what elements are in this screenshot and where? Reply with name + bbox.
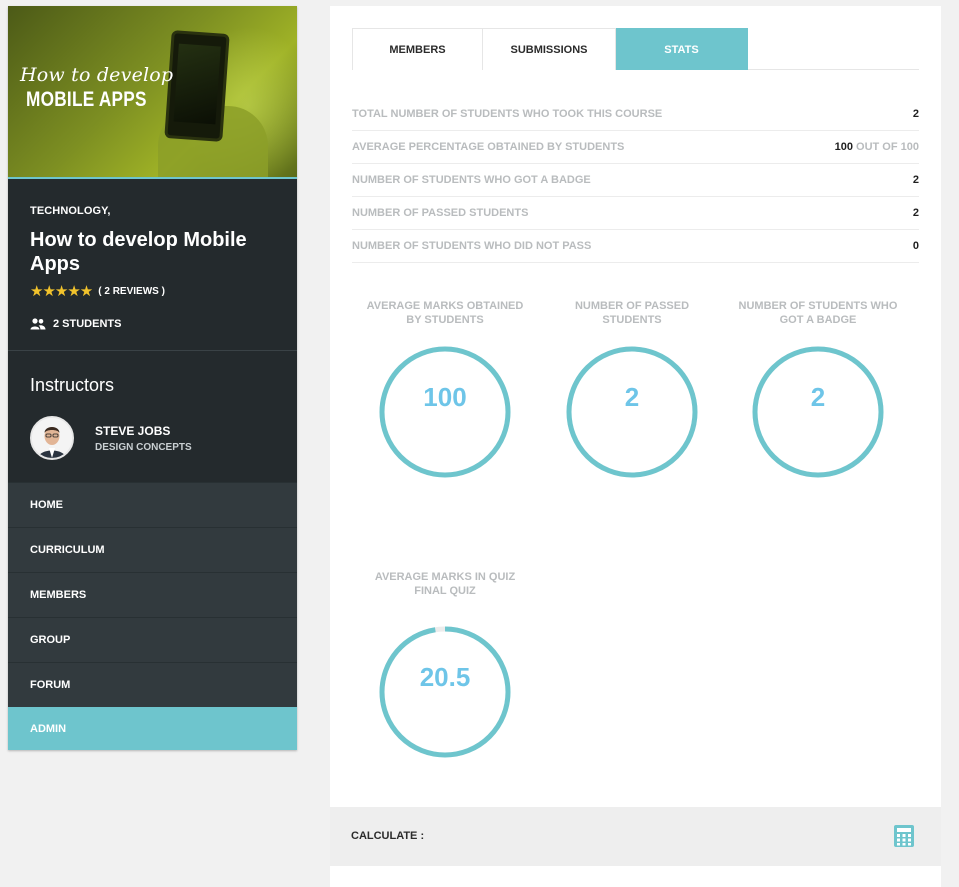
stat-row: NUMBER OF STUDENTS WHO DID NOT PASS 0 <box>352 230 919 263</box>
nav-item-admin[interactable]: ADMIN <box>8 707 297 750</box>
stat-value: 2 <box>912 108 919 120</box>
stat-label: TOTAL NUMBER OF STUDENTS WHO TOOK THIS C… <box>352 108 663 120</box>
stats-panel: MEMBERS SUBMISSIONS STATS TOTAL NUMBER O… <box>330 6 941 887</box>
nav-item-forum[interactable]: FORUM <box>8 662 297 707</box>
stat-label: NUMBER OF STUDENTS WHO DID NOT PASS <box>352 240 592 252</box>
users-icon <box>30 318 46 330</box>
circle-label-line: NUMBER OF STUDENTS WHO <box>738 300 898 312</box>
stat-circle-badge-students: NUMBER OF STUDENTS WHO GOT A BADGE 2 <box>723 299 913 479</box>
stat-label: NUMBER OF STUDENTS WHO GOT A BADGE <box>352 174 591 186</box>
instructor-card[interactable]: STEVE JOBS DESIGN CONCEPTS <box>30 416 275 460</box>
students-count: 2 STUDENTS <box>53 318 122 330</box>
circle-label: NUMBER OF PASSED STUDENTS <box>537 299 727 327</box>
circle-label-line: GOT A BADGE <box>779 314 857 326</box>
nav-item-curriculum[interactable]: CURRICULUM <box>8 527 297 572</box>
nav-item-members[interactable]: MEMBERS <box>8 572 297 617</box>
course-hero-image: How to develop MOBILE APPS <box>8 6 297 179</box>
stat-value-number: 100 <box>834 141 853 153</box>
stat-value: 2 <box>912 207 919 219</box>
stat-circle-average-marks: AVERAGE MARKS OBTAINED BY STUDENTS 100 <box>350 299 540 479</box>
tab-submissions[interactable]: SUBMISSIONS <box>483 28 616 70</box>
stat-row: NUMBER OF STUDENTS WHO GOT A BADGE 2 <box>352 164 919 197</box>
course-rating: ★★★★★ ( 2 REVIEWS ) <box>30 282 275 300</box>
instructor-name[interactable]: STEVE JOBS <box>95 424 192 438</box>
course-sidebar: How to develop MOBILE APPS TECHNOLOGY, H… <box>8 6 297 750</box>
circle-label-line: NUMBER OF PASSED <box>574 300 690 312</box>
circle-value: 2 <box>810 382 826 412</box>
admin-tabs: MEMBERS SUBMISSIONS STATS <box>352 28 919 70</box>
stat-label: NUMBER OF PASSED STUDENTS <box>352 207 529 219</box>
circle-label: AVERAGE MARKS IN QUIZ FINAL QUIZ <box>350 570 540 598</box>
nav-item-home[interactable]: HOME <box>8 482 297 527</box>
stat-value: 2 <box>912 174 919 186</box>
circle-value: 2 <box>624 382 640 412</box>
stat-row: AVERAGE PERCENTAGE OBTAINED BY STUDENTS … <box>352 131 919 164</box>
circle-value: 20.5 <box>419 662 471 692</box>
stat-row: TOTAL NUMBER OF STUDENTS WHO TOOK THIS C… <box>352 98 919 131</box>
circle-value: 100 <box>423 382 467 412</box>
calculate-bar: CALCULATE : <box>330 807 941 866</box>
hero-script-text: How to develop <box>20 64 174 86</box>
tab-stats[interactable]: STATS <box>616 28 748 70</box>
circle-label-line: AVERAGE MARKS OBTAINED <box>366 300 524 312</box>
circle-label: NUMBER OF STUDENTS WHO GOT A BADGE <box>723 299 913 327</box>
circle-label: AVERAGE MARKS OBTAINED BY STUDENTS <box>350 299 540 327</box>
instructor-subtitle: DESIGN CONCEPTS <box>95 441 192 453</box>
stat-circle-quiz-marks: AVERAGE MARKS IN QUIZ FINAL QUIZ 20.5 <box>350 570 540 758</box>
instructors-heading: Instructors <box>30 375 115 395</box>
course-category[interactable]: TECHNOLOGY, <box>30 205 275 217</box>
stat-value-suffix: OUT OF 100 <box>856 141 919 153</box>
star-rating-icon: ★★★★★ <box>30 283 93 300</box>
hero-bold-text: MOBILE APPS <box>26 88 147 111</box>
tab-members[interactable]: MEMBERS <box>352 28 483 70</box>
course-title: How to develop Mobile Apps <box>30 229 247 275</box>
phone-illustration <box>164 30 230 142</box>
calculate-label: CALCULATE : <box>351 830 425 842</box>
nav-item-group[interactable]: GROUP <box>8 617 297 662</box>
stat-value: 0 <box>912 240 919 252</box>
circle-label-line: FINAL QUIZ <box>414 585 476 597</box>
circle-label-line: BY STUDENTS <box>406 314 484 326</box>
students-count-row: 2 STUDENTS <box>30 318 275 330</box>
stat-value: 100 OUT OF 100 <box>835 141 919 153</box>
stat-row: NUMBER OF PASSED STUDENTS 2 <box>352 197 919 230</box>
stats-table: TOTAL NUMBER OF STUDENTS WHO TOOK THIS C… <box>352 98 919 263</box>
course-nav: HOME CURRICULUM MEMBERS GROUP FORUM ADMI… <box>8 482 297 750</box>
reviews-count[interactable]: ( 2 REVIEWS ) <box>98 286 165 297</box>
stat-label: AVERAGE PERCENTAGE OBTAINED BY STUDENTS <box>352 141 625 153</box>
course-info: TECHNOLOGY, How to develop Mobile Apps ★… <box>8 179 297 351</box>
avatar[interactable] <box>30 416 74 460</box>
instructors-section: Instructors STEVE JOBS DESIGN CONCEPTS <box>8 351 297 482</box>
circle-label-line: STUDENTS <box>602 314 662 326</box>
stat-circle-passed-students: NUMBER OF PASSED STUDENTS 2 <box>537 299 727 479</box>
calculator-icon[interactable] <box>893 824 915 848</box>
circle-label-line: AVERAGE MARKS IN QUIZ <box>374 571 516 583</box>
